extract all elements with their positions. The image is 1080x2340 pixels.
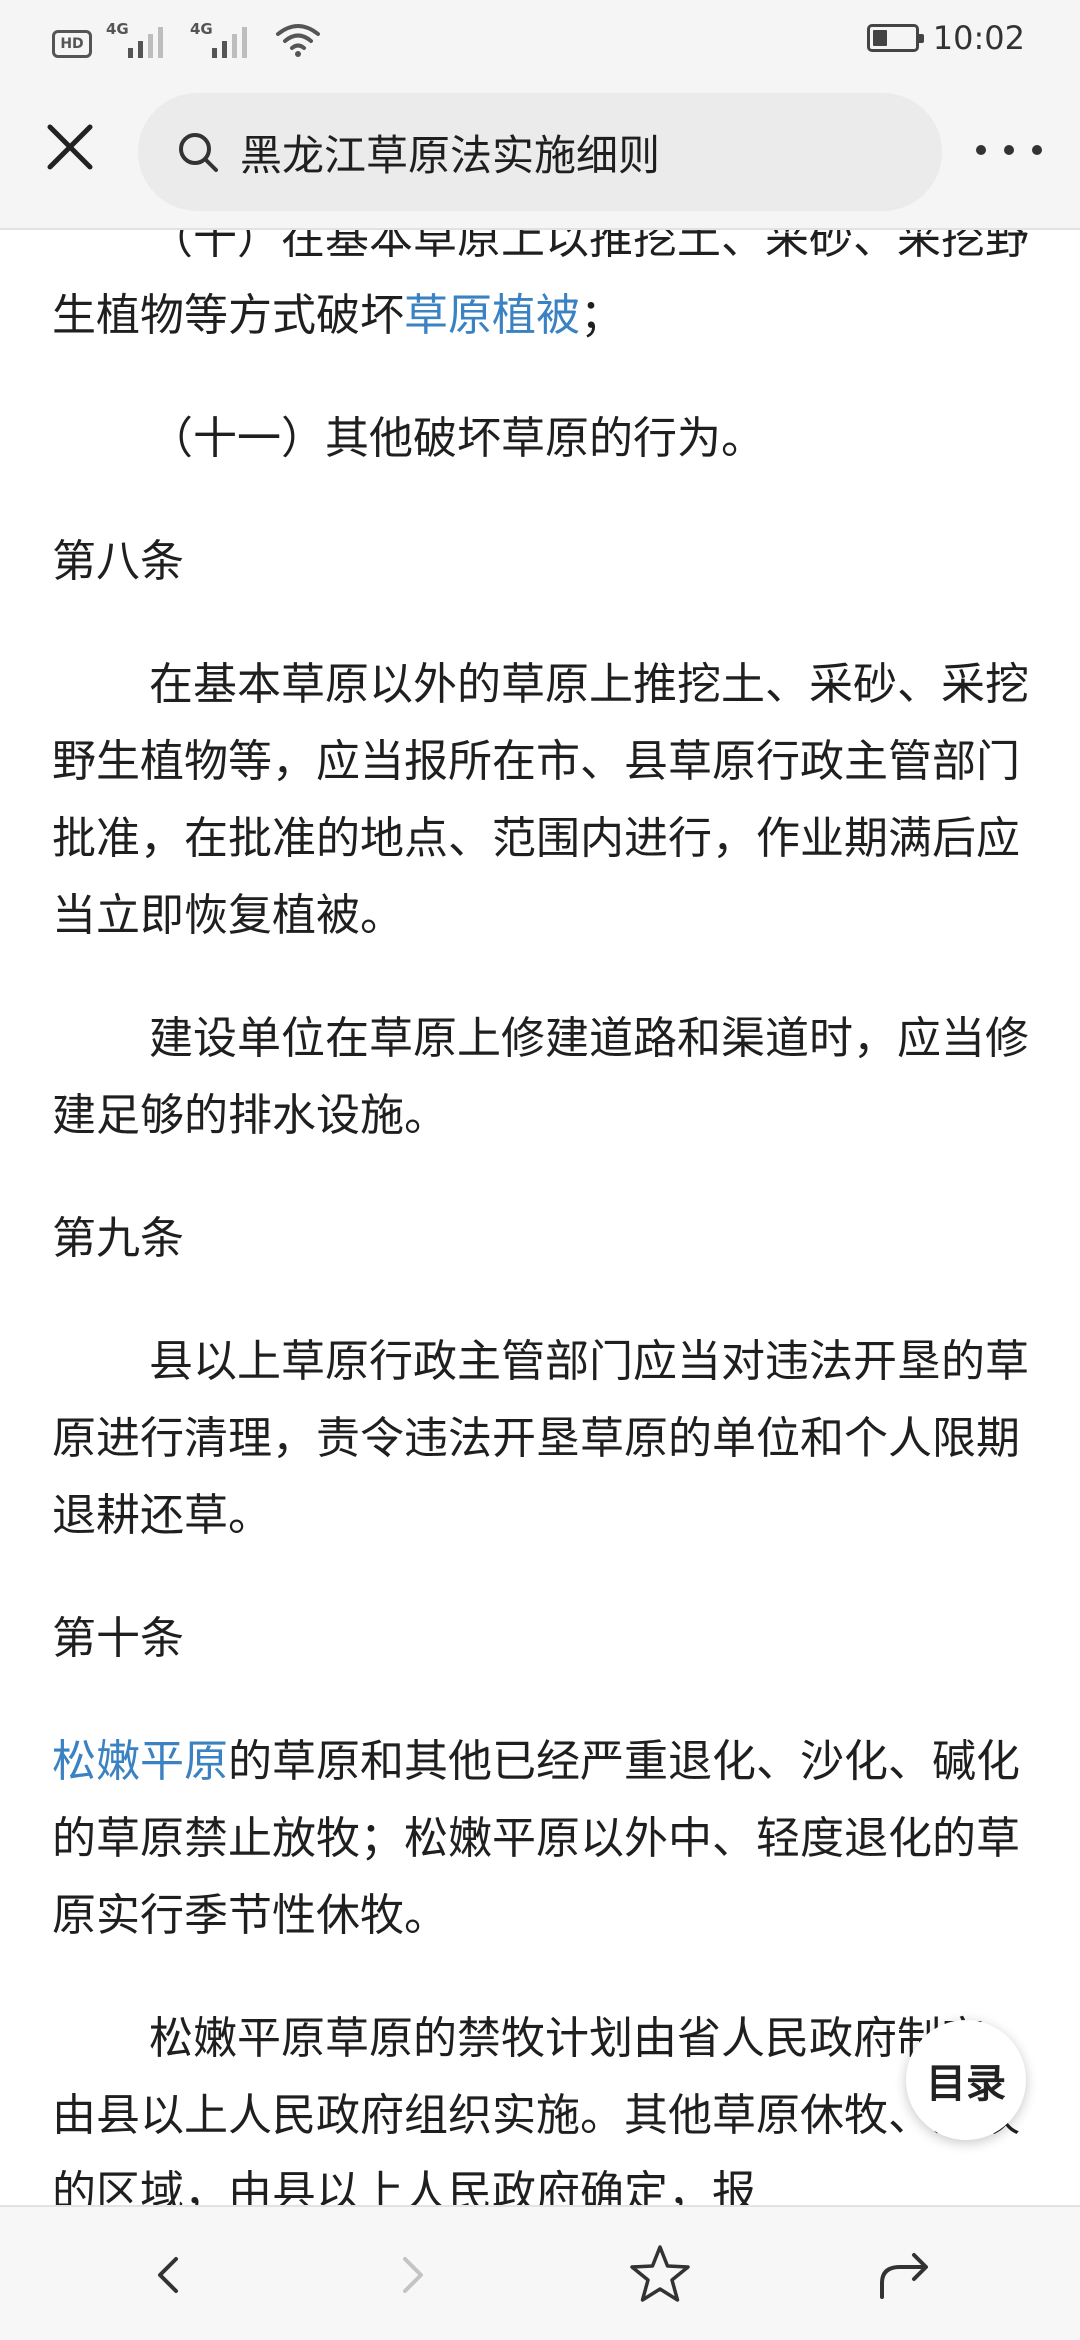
article-heading-article-10: 第十条 [52,1613,184,1664]
search-query-text: 黑龙江草原法实施细则 [240,130,661,180]
signal-icon-sim2: 4G [190,20,260,58]
chevron-left-icon [158,2257,178,2293]
status-bar: HD 4G 4G 10:02 [0,0,1080,75]
article-paragraph-3: 在基本草原以外的草原上推挖土、采砂、采挖野生植物等，应当报所在市、县草原行政主管… [52,659,1029,941]
chevron-right-icon [403,2257,423,2293]
article-paragraph-4: 建设单位在草原上修建道路和渠道时，应当修建足够的排水设施。 [52,1013,1029,1141]
close-icon [47,124,93,170]
forward-button[interactable] [375,2237,451,2313]
search-bar[interactable]: 黑龙江草原法实施细则 [138,93,942,211]
table-of-contents-button[interactable]: 目录 [906,2020,1026,2140]
hd-badge: HD [52,30,92,58]
link-songnen-plain[interactable]: 松嫩平原 [52,1736,228,1787]
wifi-icon [276,24,320,57]
top-toolbar: 黑龙江草原法实施细则 [0,75,1080,230]
share-icon [880,2253,928,2299]
article-paragraph-2: （十一）其他破坏草原的行为。 [149,413,765,464]
network-type-sim2: 4G [190,20,213,38]
article-body: （十）在基本草原上以推挖土、采砂、采挖野生植物等方式破坏草原植被； （十一）其他… [52,230,1032,2205]
more-dots-icon [976,145,986,155]
article-paragraph-1: （十）在基本草原上以推挖土、采砂、采挖野生植物等方式破坏草原植被； [52,230,1029,341]
battery-icon [866,24,924,52]
status-left-group: HD 4G 4G [52,18,322,58]
search-icon [179,133,218,172]
signal-icon-sim1: 4G [106,20,176,58]
article-heading-article-8: 第八条 [52,536,184,587]
article-heading-article-9: 第九条 [52,1213,184,1264]
back-button[interactable] [130,2237,206,2313]
more-options-button[interactable] [976,125,1042,175]
bottom-toolbar [0,2205,1080,2340]
status-right-group: 10:02 [866,14,1025,62]
network-type-sim1: 4G [106,20,129,38]
share-button[interactable] [868,2237,944,2313]
article-paragraph-7: 松嫩平原草原的禁牧计划由省人民政府制定，由县以上人民政府组织实施。其他草原休牧、… [52,2013,1029,2205]
star-icon [630,2245,690,2302]
article-paragraph-6: 松嫩平原的草原和其他已经严重退化、沙化、碱化的草原禁止放牧；松嫩平原以外中、轻度… [52,1736,1020,1941]
close-button[interactable] [40,117,100,177]
link-grassland-vegetation[interactable]: 草原植被 [404,290,580,341]
article-paragraph-5: 县以上草原行政主管部门应当对违法开垦的草原进行清理，责令违法开垦草原的单位和个人… [52,1336,1029,1541]
status-time: 10:02 [932,19,1025,57]
browser-screen: HD 4G 4G 10:02 黑龙江草原法实施细则 （十）在基本草原上以推挖土、… [0,0,1080,2340]
favorite-button[interactable] [622,2237,698,2313]
article-viewport[interactable]: （十）在基本草原上以推挖土、采砂、采挖野生植物等方式破坏草原植被； （十一）其他… [0,230,1080,2205]
